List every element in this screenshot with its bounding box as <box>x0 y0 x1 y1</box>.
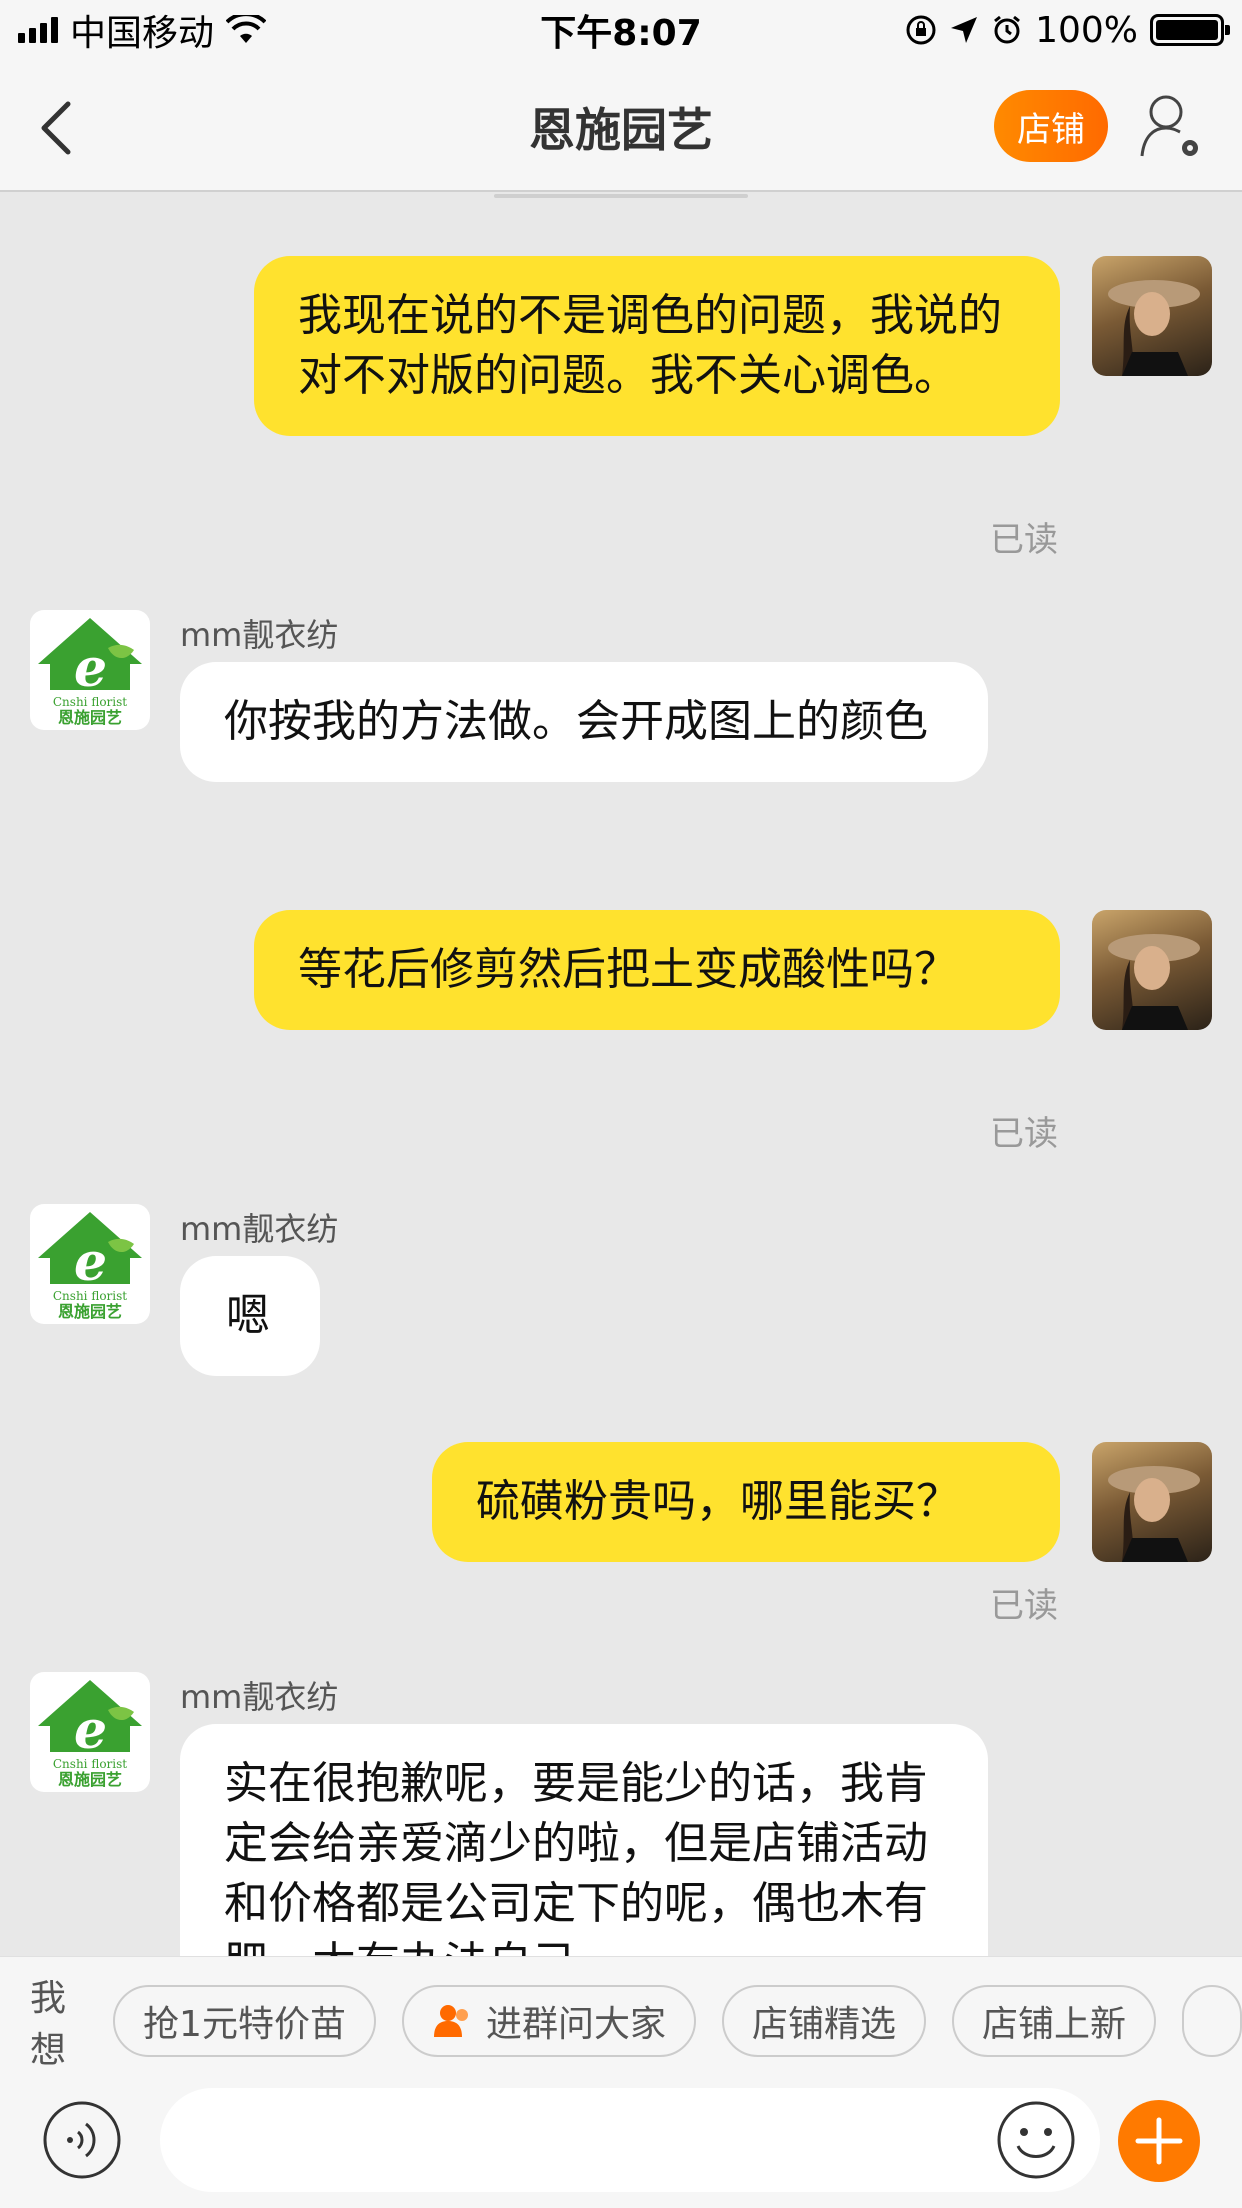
shop-logo-en: Cnshi florist <box>53 1289 127 1303</box>
my-avatar[interactable] <box>1092 256 1212 376</box>
shop-logo-cn: 恩施园艺 <box>58 1302 122 1321</box>
chip-shop-new[interactable]: 店铺上新 <box>951 1984 1156 2057</box>
nav-bar: 恩施园艺 店铺 <box>0 60 1242 192</box>
message-row: e Cnshi florist 恩施园艺 mm靓衣纺 嗯 <box>0 1204 1242 1384</box>
shop-logo-letter: e <box>74 1232 107 1293</box>
my-avatar[interactable] <box>1092 910 1212 1030</box>
plus-button[interactable] <box>1118 2100 1200 2182</box>
sender-name: mm靓衣纺 <box>180 1678 339 1716</box>
shop-logo-cn: 恩施园艺 <box>58 1770 122 1789</box>
clock-time: 下午8:07 <box>540 13 702 54</box>
location-arrow-icon <box>951 17 978 43</box>
emoji-icon[interactable] <box>996 2100 1076 2180</box>
battery-icon <box>1150 14 1230 46</box>
chip-label: 进群问大家 <box>485 2003 666 2045</box>
shop-logo-icon: e Cnshi florist 恩施园艺 <box>38 1680 142 1789</box>
shop-button[interactable]: 店铺 <box>994 90 1108 162</box>
battery-percent: 100% <box>1035 9 1138 51</box>
sender-name: mm靓衣纺 <box>180 616 339 654</box>
read-status: 已读 <box>990 1114 1058 1154</box>
quick-bar-label: 我想 <box>30 1977 67 2071</box>
message-row: 我现在说的不是调色的问题，我说的对不对版的问题。我不关心调色。 已读 <box>0 256 1242 560</box>
chip-shop-picks[interactable]: 店铺精选 <box>721 1984 926 2057</box>
sender-name: mm靓衣纺 <box>180 1210 339 1248</box>
chip-join-group[interactable]: 进群问大家 <box>401 1984 696 2057</box>
my-message-bubble[interactable]: 我现在说的不是调色的问题，我说的对不对版的问题。我不关心调色。 <box>254 256 1060 436</box>
previous-message-edge <box>494 194 748 198</box>
shop-logo-cn: 恩施园艺 <box>58 708 122 727</box>
shop-avatar[interactable]: e Cnshi florist 恩施园艺 <box>30 1204 150 1324</box>
chip-label: 抢1元特价苗 <box>143 2003 346 2045</box>
shop-logo-letter: e <box>74 1700 107 1761</box>
shop-message-bubble[interactable]: 你按我的方法做。会开成图上的颜色 <box>180 662 988 782</box>
group-chat-icon <box>433 2004 468 2037</box>
message-input[interactable] <box>160 2088 1100 2192</box>
signal-icon <box>18 17 58 43</box>
shop-logo-icon: e Cnshi florist 恩施园艺 <box>38 1212 142 1321</box>
read-status: 已读 <box>990 520 1058 560</box>
chip-label: 店铺上新 <box>981 2003 1126 2045</box>
my-avatar[interactable] <box>1092 1442 1212 1562</box>
quick-action-bar: 我想 抢1元特价苗 进群问大家 店铺精选 店铺上新 <box>0 1956 1242 2084</box>
chat-area[interactable]: 我现在说的不是调色的问题，我说的对不对版的问题。我不关心调色。 已读 e Cns… <box>0 194 1242 1956</box>
read-status: 已读 <box>990 1586 1058 1626</box>
my-message-bubble[interactable]: 硫磺粉贵吗，哪里能买？ <box>432 1442 1060 1562</box>
user-settings-icon[interactable] <box>1140 92 1204 162</box>
chip-label: 店铺精选 <box>751 2003 896 2045</box>
message-row: 等花后修剪然后把土变成酸性吗？ 已读 <box>0 910 1242 1154</box>
shop-logo-letter: e <box>74 638 107 699</box>
message-row: e Cnshi florist 恩施园艺 mm靓衣纺 实在很抱歉呢，要是能少的话… <box>0 1672 1242 1956</box>
voice-icon[interactable] <box>42 2100 122 2180</box>
shop-logo-en: Cnshi florist <box>53 695 127 709</box>
wifi-icon <box>226 15 267 43</box>
carrier-label: 中国移动 <box>70 13 215 54</box>
status-bar: 中国移动 下午8:07 100% <box>0 0 1242 60</box>
my-avatar-photo <box>1108 1466 1200 1562</box>
shop-avatar[interactable]: e Cnshi florist 恩施园艺 <box>30 1672 150 1792</box>
shop-message-bubble[interactable]: 实在很抱歉呢，要是能少的话，我肯定会给亲爱滴少的啦，但是店铺活动和价格都是公司定… <box>180 1724 988 1956</box>
shop-logo-icon: e Cnshi florist 恩施园艺 <box>38 618 142 727</box>
alarm-icon <box>994 15 1021 44</box>
my-avatar-photo <box>1108 934 1200 1030</box>
chip-more[interactable] <box>1182 1984 1242 2057</box>
rotation-lock-icon <box>906 15 936 45</box>
plus-icon <box>1135 2117 1183 2165</box>
message-row: 硫磺粉贵吗，哪里能买？ 已读 <box>0 1442 1242 1642</box>
my-message-bubble[interactable]: 等花后修剪然后把土变成酸性吗？ <box>254 910 1060 1030</box>
message-row: e Cnshi florist 恩施园艺 mm靓衣纺 你按我的方法做。会开成图上… <box>0 610 1242 810</box>
shop-logo-en: Cnshi florist <box>53 1757 127 1771</box>
my-avatar-photo <box>1108 280 1200 376</box>
shop-avatar[interactable]: e Cnshi florist 恩施园艺 <box>30 610 150 730</box>
shop-message-bubble[interactable]: 嗯 <box>180 1256 320 1376</box>
chip-special-offer[interactable]: 抢1元特价苗 <box>113 1984 376 2057</box>
input-bar <box>0 2084 1242 2208</box>
